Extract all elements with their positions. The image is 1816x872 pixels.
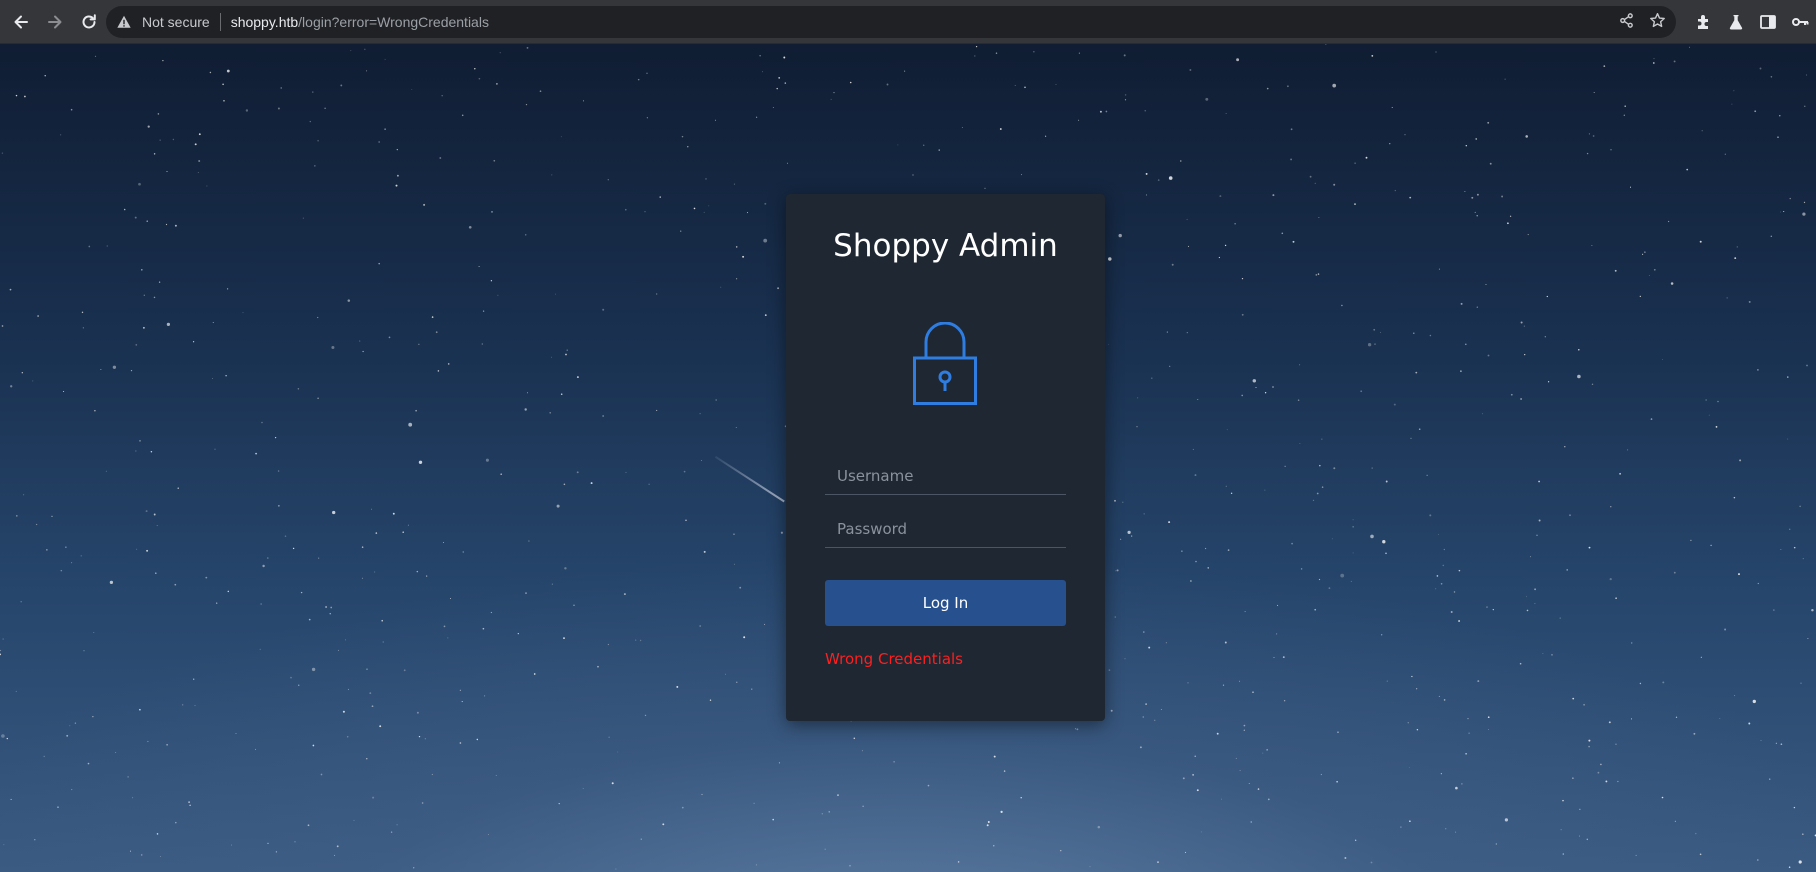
back-button[interactable]: [6, 7, 36, 37]
url-host: shoppy.htb: [230, 14, 299, 30]
url-path: /login?error=WrongCredentials: [298, 14, 489, 30]
password-field[interactable]: [825, 510, 1066, 548]
security-label[interactable]: Not secure: [142, 14, 210, 30]
extensions-icon[interactable]: [1694, 12, 1714, 32]
labs-icon[interactable]: [1726, 12, 1746, 32]
forward-button[interactable]: [40, 7, 70, 37]
back-icon: [14, 15, 28, 28]
error-message: Wrong Credentials: [825, 650, 963, 668]
reload-button[interactable]: [74, 7, 104, 37]
forward-icon: [48, 15, 62, 28]
star-icon[interactable]: [1649, 12, 1666, 33]
omnibox-separator: [219, 13, 221, 31]
lock-icon: [913, 322, 977, 405]
login-page: Shoppy Admin Log In Wrong Credentials: [0, 44, 1816, 872]
key-icon[interactable]: [1790, 12, 1810, 32]
address-bar[interactable]: Not secure shoppy.htb/login?error=WrongC…: [106, 6, 1676, 38]
login-button[interactable]: Log In: [825, 580, 1066, 626]
url-text[interactable]: shoppy.htb/login?error=WrongCredentials: [231, 14, 489, 30]
login-title: Shoppy Admin: [833, 228, 1058, 264]
warning-icon[interactable]: [116, 13, 134, 31]
share-icon[interactable]: [1618, 12, 1635, 33]
username-field[interactable]: [825, 457, 1066, 495]
side-panel-icon[interactable]: [1758, 12, 1778, 32]
login-card: Shoppy Admin Log In Wrong Credentials: [786, 194, 1105, 721]
browser-toolbar: Not secure shoppy.htb/login?error=WrongC…: [0, 0, 1816, 44]
reload-icon: [82, 13, 96, 28]
toolbar-actions: [1694, 7, 1810, 37]
